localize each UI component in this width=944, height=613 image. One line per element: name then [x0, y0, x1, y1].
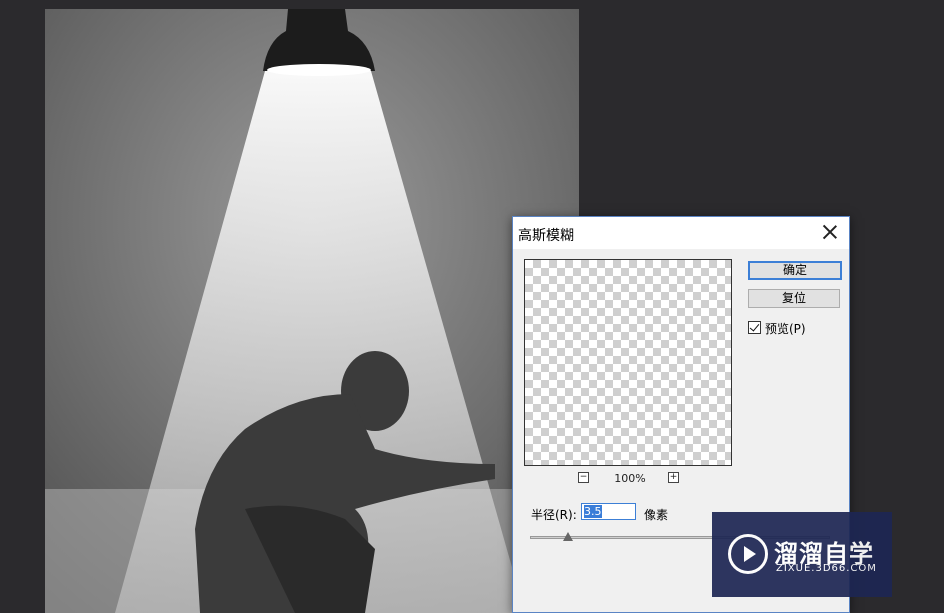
close-icon[interactable]: [821, 223, 839, 241]
zoom-controls: − 100% +: [524, 472, 732, 486]
watermark-subtitle: ZIXUE.3D66.COM: [776, 563, 877, 574]
play-logo-icon: [728, 534, 768, 574]
filter-preview[interactable]: [524, 259, 732, 466]
zoom-level: 100%: [614, 472, 646, 485]
radius-slider-thumb[interactable]: [563, 532, 573, 541]
zoom-in-button[interactable]: +: [668, 472, 679, 483]
dialog-title: 高斯模糊: [518, 228, 574, 244]
radius-value: 3.5: [584, 505, 602, 518]
watermark-badge: 溜溜自学 ZIXUE.3D66.COM: [712, 512, 892, 597]
zoom-out-button[interactable]: −: [578, 472, 589, 483]
spotlight-photo: [45, 9, 579, 613]
radius-input[interactable]: 3.5: [581, 503, 636, 520]
reset-button[interactable]: 复位: [748, 289, 840, 308]
radius-unit: 像素: [644, 508, 669, 522]
document-canvas[interactable]: [45, 9, 579, 613]
dialog-titlebar[interactable]: 高斯模糊: [513, 217, 849, 249]
preview-label[interactable]: 预览(P): [765, 320, 806, 337]
ok-button[interactable]: 确定: [748, 261, 842, 280]
radius-label: 半径(R):: [531, 508, 577, 522]
preview-checkbox[interactable]: [748, 321, 761, 334]
